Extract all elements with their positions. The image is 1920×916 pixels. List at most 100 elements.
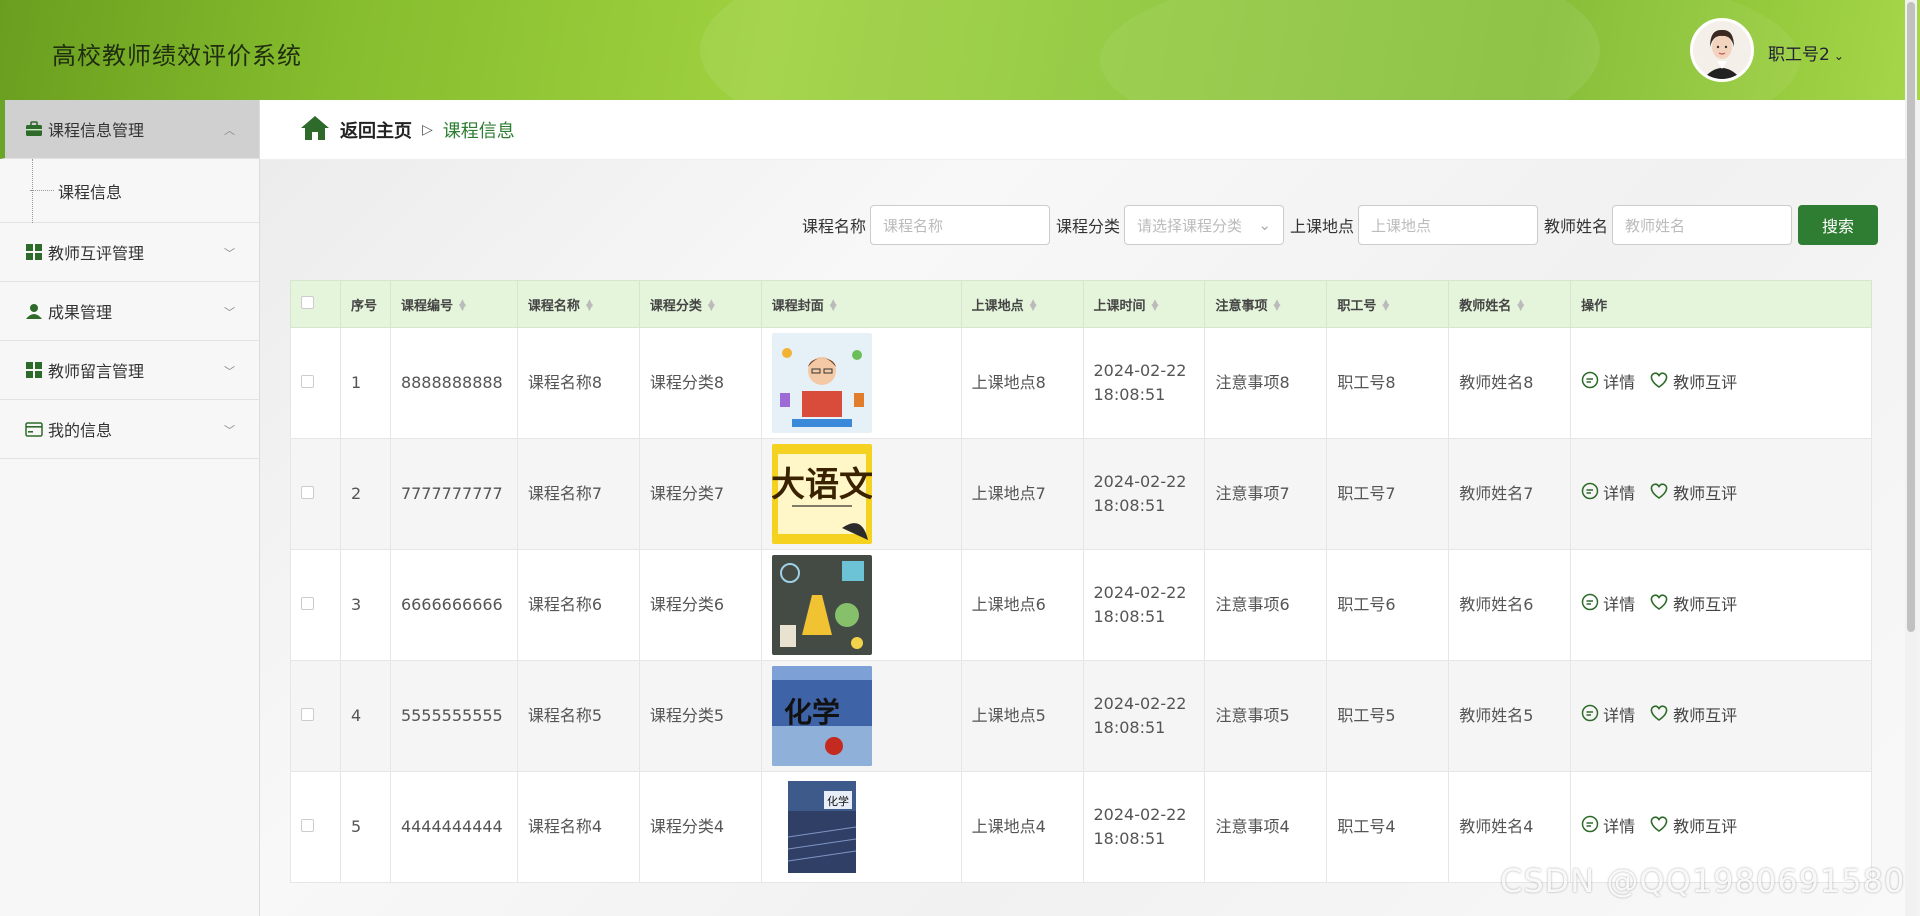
detail-button[interactable]: 详情 [1581, 704, 1635, 729]
teacher-name-input[interactable]: 教师姓名 [1612, 205, 1792, 245]
search-button[interactable]: 搜索 [1798, 205, 1878, 245]
row-checkbox[interactable] [290, 327, 341, 439]
peer-review-button[interactable]: 教师互评 [1649, 482, 1737, 507]
cell-course-code: 8888888888 [389, 327, 518, 439]
heart-icon [1649, 704, 1673, 729]
cell-time: 2024-02-22 18:08:51 [1082, 327, 1206, 439]
sidebar: 课程信息管理 ︿ 课程信息 教师互评管理 ﹀ 成果管理 ﹀ 教师留言管理 ﹀ 我… [0, 100, 260, 916]
course-table: 序号 课程编号 ▲ ▼ 课程名称 ▲ ▼ 课程分类 ▲ ▼ 课程封面 ▲ ▼ 上课地点 ▲ ▼ 上课… [290, 280, 1872, 883]
cell-course-name: 课程名称5 [516, 660, 640, 772]
column-header[interactable]: 上课时间 ▲ ▼ [1082, 280, 1206, 328]
select-all-checkbox[interactable] [290, 280, 341, 328]
peer-review-button[interactable]: 教师互评 [1649, 704, 1737, 729]
cell-no: 1 [339, 327, 391, 439]
detail-button[interactable]: 详情 [1581, 371, 1635, 396]
course-cover-image[interactable]: 大语文 [771, 444, 872, 544]
row-checkbox[interactable] [290, 549, 341, 661]
cell-time: 2024-02-22 18:08:51 [1082, 660, 1206, 772]
user-menu[interactable]: 职工号2 ⌄ [1768, 40, 1844, 65]
vertical-scrollbar[interactable] [1905, 0, 1917, 916]
course-category-label: 课程分类 [1055, 217, 1120, 236]
sidebar-item-label: 成果管理 [48, 303, 113, 322]
column-header[interactable]: 课程封面 ▲ ▼ [760, 280, 962, 328]
chevron-down-icon: ﹀ [224, 365, 235, 378]
sort-icon: ▲ ▼ [1029, 298, 1037, 313]
cell-no: 3 [339, 549, 391, 661]
cell-location: 上课地点6 [960, 549, 1084, 661]
sidebar-item-label: 我的信息 [48, 421, 113, 440]
breadcrumb-home-link[interactable]: 返回主页 [340, 117, 412, 143]
cell-course-category: 课程分类7 [638, 438, 762, 550]
column-header[interactable]: 课程分类 ▲ ▼ [638, 280, 762, 328]
sidebar-subitem-label: 课程信息 [58, 182, 123, 202]
course-name-input[interactable]: 课程名称 [869, 205, 1050, 245]
table-row[interactable]: 4 5555555555 课程名称5 课程分类5 化学 上课地点5 2024-02-22 18… [290, 660, 1872, 772]
sidebar-item-peer-review[interactable]: 教师互评管理 ﹀ [0, 223, 259, 282]
cell-course-name: 课程名称6 [516, 549, 640, 661]
course-cover-image[interactable] [771, 555, 872, 655]
cell-actions: 详情 教师互评 [1570, 327, 1872, 439]
grid-icon [24, 242, 44, 262]
column-header[interactable]: 注意事项 ▲ ▼ [1204, 280, 1328, 328]
chevron-down-icon: ⌄ [1258, 216, 1271, 234]
cell-teacher-name: 教师姓名5 [1448, 660, 1572, 772]
table-header-row: 序号 课程编号 ▲ ▼ 课程名称 ▲ ▼ 课程分类 ▲ ▼ 课程封面 ▲ ▼ 上课地点 ▲ ▼ 上课… [290, 280, 1872, 328]
row-checkbox[interactable] [290, 438, 341, 550]
column-header[interactable]: 课程编号 ▲ ▼ [389, 280, 518, 328]
course-category-select[interactable]: 请选择课程分类 ⌄ [1123, 205, 1284, 245]
detail-button[interactable]: 详情 [1581, 815, 1635, 840]
cell-course-code: 5555555555 [389, 660, 518, 772]
table-row[interactable]: 1 8888888888 课程名称8 课程分类8 上课地点8 2024-02-22 18:0… [290, 327, 1872, 439]
course-cover-image[interactable]: 化学 [771, 777, 872, 877]
course-cover-image[interactable] [771, 333, 872, 433]
peer-review-button[interactable]: 教师互评 [1649, 371, 1737, 396]
sidebar-item-my-info[interactable]: 我的信息 ﹀ [0, 400, 259, 459]
chevron-down-icon: ﹀ [224, 247, 235, 260]
row-checkbox[interactable] [290, 771, 341, 883]
teacher-name-label: 教师姓名 [1543, 217, 1608, 236]
column-header[interactable]: 教师姓名 ▲ ▼ [1448, 280, 1572, 328]
sidebar-item-achievements[interactable]: 成果管理 ﹀ [0, 282, 259, 341]
cell-staff-id: 职工号8 [1326, 327, 1450, 439]
cell-location: 上课地点4 [960, 771, 1084, 883]
svg-text:大语文: 大语文 [772, 465, 872, 505]
column-header[interactable]: 上课地点 ▲ ▼ [960, 280, 1084, 328]
detail-icon [1581, 704, 1603, 729]
cell-course-category: 课程分类5 [638, 660, 762, 772]
app-title: 高校教师绩效评价系统 [52, 42, 302, 70]
sidebar-item-course-management[interactable]: 课程信息管理 ︿ [0, 100, 259, 159]
home-icon[interactable] [300, 115, 330, 145]
column-header: 序号 [339, 280, 391, 328]
breadcrumb-separator-icon: ▷ [422, 121, 433, 138]
cell-location: 上课地点5 [960, 660, 1084, 772]
location-input[interactable]: 上课地点 [1357, 205, 1538, 245]
svg-text:化学: 化学 [827, 794, 849, 808]
sort-icon: ▲ ▼ [1151, 298, 1159, 313]
column-header[interactable]: 课程名称 ▲ ▼ [516, 280, 640, 328]
cell-cover [760, 327, 962, 439]
column-header[interactable]: 职工号 ▲ ▼ [1326, 280, 1450, 328]
sidebar-item-messages[interactable]: 教师留言管理 ﹀ [0, 341, 259, 400]
cell-location: 上课地点8 [960, 327, 1084, 439]
user-avatar[interactable] [1690, 18, 1754, 82]
sidebar-item-label: 教师互评管理 [48, 244, 145, 263]
cell-cover: 化学 [760, 660, 962, 772]
table-row[interactable]: 3 6666666666 课程名称6 课程分类6 上课地点6 2024-02-22 18:0… [290, 549, 1872, 661]
cell-note: 注意事项5 [1204, 660, 1328, 772]
course-cover-image[interactable]: 化学 [771, 666, 872, 766]
table-row[interactable]: 2 7777777777 课程名称7 课程分类7 大语文 上课地点7 2024-02-22 1… [290, 438, 1872, 550]
sidebar-subitem-course-info[interactable]: 课程信息 [0, 159, 259, 223]
detail-button[interactable]: 详情 [1581, 482, 1635, 507]
cell-staff-id: 职工号4 [1326, 771, 1450, 883]
peer-review-button[interactable]: 教师互评 [1649, 815, 1737, 840]
svg-text:化学: 化学 [784, 696, 840, 729]
row-checkbox[interactable] [290, 660, 341, 772]
cell-staff-id: 职工号7 [1326, 438, 1450, 550]
cell-time: 2024-02-22 18:08:51 [1082, 771, 1206, 883]
detail-button[interactable]: 详情 [1581, 593, 1635, 618]
peer-review-button[interactable]: 教师互评 [1649, 593, 1737, 618]
sidebar-item-label: 教师留言管理 [48, 362, 145, 381]
cell-course-category: 课程分类8 [638, 327, 762, 439]
cell-note: 注意事项7 [1204, 438, 1328, 550]
breadcrumb-current: 课程信息 [442, 120, 515, 142]
